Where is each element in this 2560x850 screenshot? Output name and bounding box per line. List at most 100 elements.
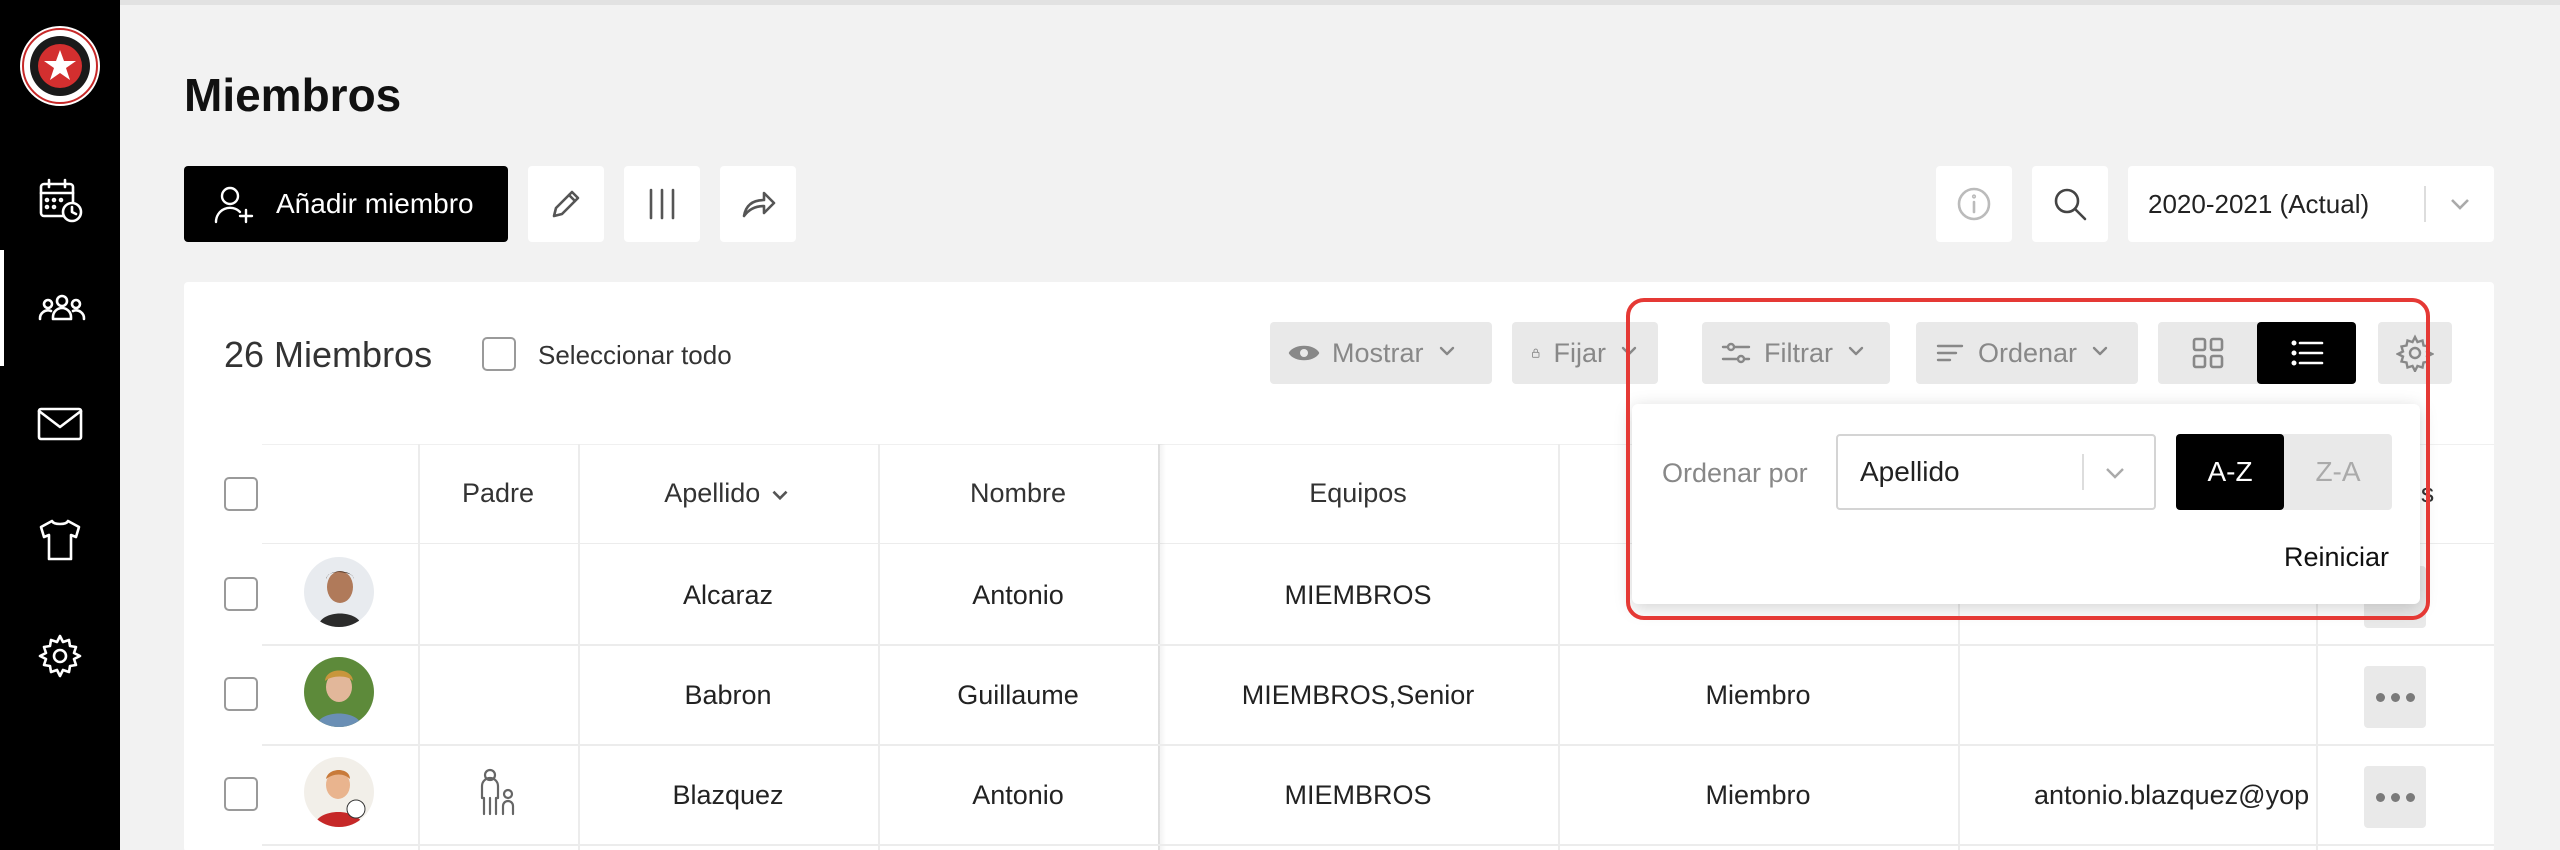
search-button[interactable] [2032,166,2108,242]
gear-icon [38,634,82,678]
sidebar-item-equipment[interactable] [0,482,120,598]
gear-icon [2396,334,2434,372]
row-checkbox[interactable] [224,777,258,811]
avatar[interactable] [304,557,374,627]
list-icon [2291,340,2323,366]
avatar[interactable] [304,657,374,727]
shirt-icon [39,519,81,561]
row-actions-button[interactable] [2364,766,2426,828]
more-dot [2390,792,2400,802]
search-icon [2054,188,2087,221]
select-separator [2082,454,2084,490]
cell-last-name: Alcaraz [682,580,774,610]
avatar[interactable] [304,757,374,827]
more-dot [2405,792,2415,802]
select-separator [2424,186,2426,222]
eye-icon [1288,345,1320,361]
column-header-first-name[interactable]: Nombre [878,478,1158,509]
order-by-label: Ordenar por [1662,458,1808,488]
pencil-icon [552,190,580,218]
sort-asc-button[interactable]: A-Z [2176,434,2284,510]
pin-dropdown[interactable]: Fijar [1512,322,1658,384]
show-dropdown[interactable]: Mostrar [1270,322,1492,384]
season-select[interactable]: 2020-2021 (Actual) [2128,166,2494,242]
column-header-last-name[interactable]: Apellido [578,478,878,509]
columns-icon [649,188,675,220]
select-all-checkbox[interactable] [482,337,516,371]
sort-field-value: Apellido [1860,456,1960,487]
column-header-teams[interactable]: Equipos [1158,478,1558,509]
filter-dropdown[interactable]: Filtrar [1702,322,1890,384]
more-dot [2375,792,2385,802]
chevron-down-icon [1845,338,1867,369]
chevron-down-icon [2098,456,2132,497]
members-count: 26 Miembros [224,334,433,375]
sort-direction-toggle: A-Z Z-A [2176,434,2392,510]
more-dot [2390,692,2400,702]
page-title: Miembros [184,69,402,121]
chevron-down-icon [1618,338,1640,369]
sort-field-select[interactable]: Apellido [1836,434,2156,510]
members-icon [38,294,86,321]
member-photo [304,757,374,827]
show-label: Mostrar [1332,337,1424,368]
columns-button[interactable] [624,166,700,242]
add-member-label: Añadir miembro [276,188,474,219]
more-dot [2375,692,2385,702]
filter-label: Filtrar [1764,337,1833,368]
row-divider [262,744,2494,746]
column-header-last-name-label: Apellido [664,478,761,508]
share-button[interactable] [720,166,796,242]
member-photo [304,657,374,727]
cell-first-name: Antonio [972,780,1064,810]
cell-role: Miembro [1705,780,1811,810]
cell-teams: MIEMBROS [1284,580,1432,610]
add-member-button[interactable]: Añadir miembro [184,166,508,242]
header-checkbox[interactable] [224,477,258,511]
sort-desc-button[interactable]: Z-A [2284,434,2392,510]
row-actions-button[interactable] [2364,666,2426,728]
edit-button[interactable] [528,166,604,242]
cell-last-name: Blazquez [672,780,784,810]
cell-teams: MIEMBROS,Senior [1241,680,1475,710]
info-icon [1957,187,1991,221]
sidebar-item-settings[interactable] [0,598,120,714]
calendar-clock-icon [39,178,83,223]
cell-teams: MIEMBROS [1284,780,1432,810]
chevron-down-icon [1436,338,1458,369]
column-header-parent[interactable]: Padre [418,478,578,509]
mail-icon [37,407,83,441]
lock-icon [1532,348,1540,358]
row-checkbox[interactable] [224,677,258,711]
row-divider [262,644,2494,646]
club-logo[interactable] [20,26,100,106]
sidebar-item-members[interactable] [0,250,120,366]
sliders-icon [1721,342,1751,364]
table-settings-button[interactable] [2378,322,2452,384]
cell-first-name: Antonio [972,580,1064,610]
sidebar-item-calendar[interactable] [0,142,120,258]
grid-view-button[interactable] [2158,322,2257,384]
row-checkbox[interactable] [224,577,258,611]
sort-lines-icon [1936,344,1964,362]
chevron-down-icon [772,490,788,500]
sort-dropdown[interactable]: Ordenar [1916,322,2138,384]
select-all-label: Seleccionar todo [538,340,732,370]
chevron-down-icon [2444,188,2476,227]
pin-label: Fijar [1553,337,1607,368]
sidebar-item-messages[interactable] [0,366,120,482]
club-crest-icon [22,28,98,104]
season-value: 2020-2021 (Actual) [2148,188,2370,219]
reset-sort-link[interactable]: Reiniciar [2284,542,2389,573]
sidebar [0,0,120,850]
sort-label: Ordenar [1978,337,2078,368]
info-button[interactable] [1936,166,2012,242]
row-divider [262,844,2494,846]
view-toggle [2158,322,2356,384]
add-user-icon [214,186,254,224]
share-arrow-icon [742,191,776,218]
list-view-button[interactable] [2257,322,2356,384]
parent-family-icon[interactable] [476,768,520,818]
top-divider [120,0,2560,5]
cell-first-name: Guillaume [957,680,1079,710]
